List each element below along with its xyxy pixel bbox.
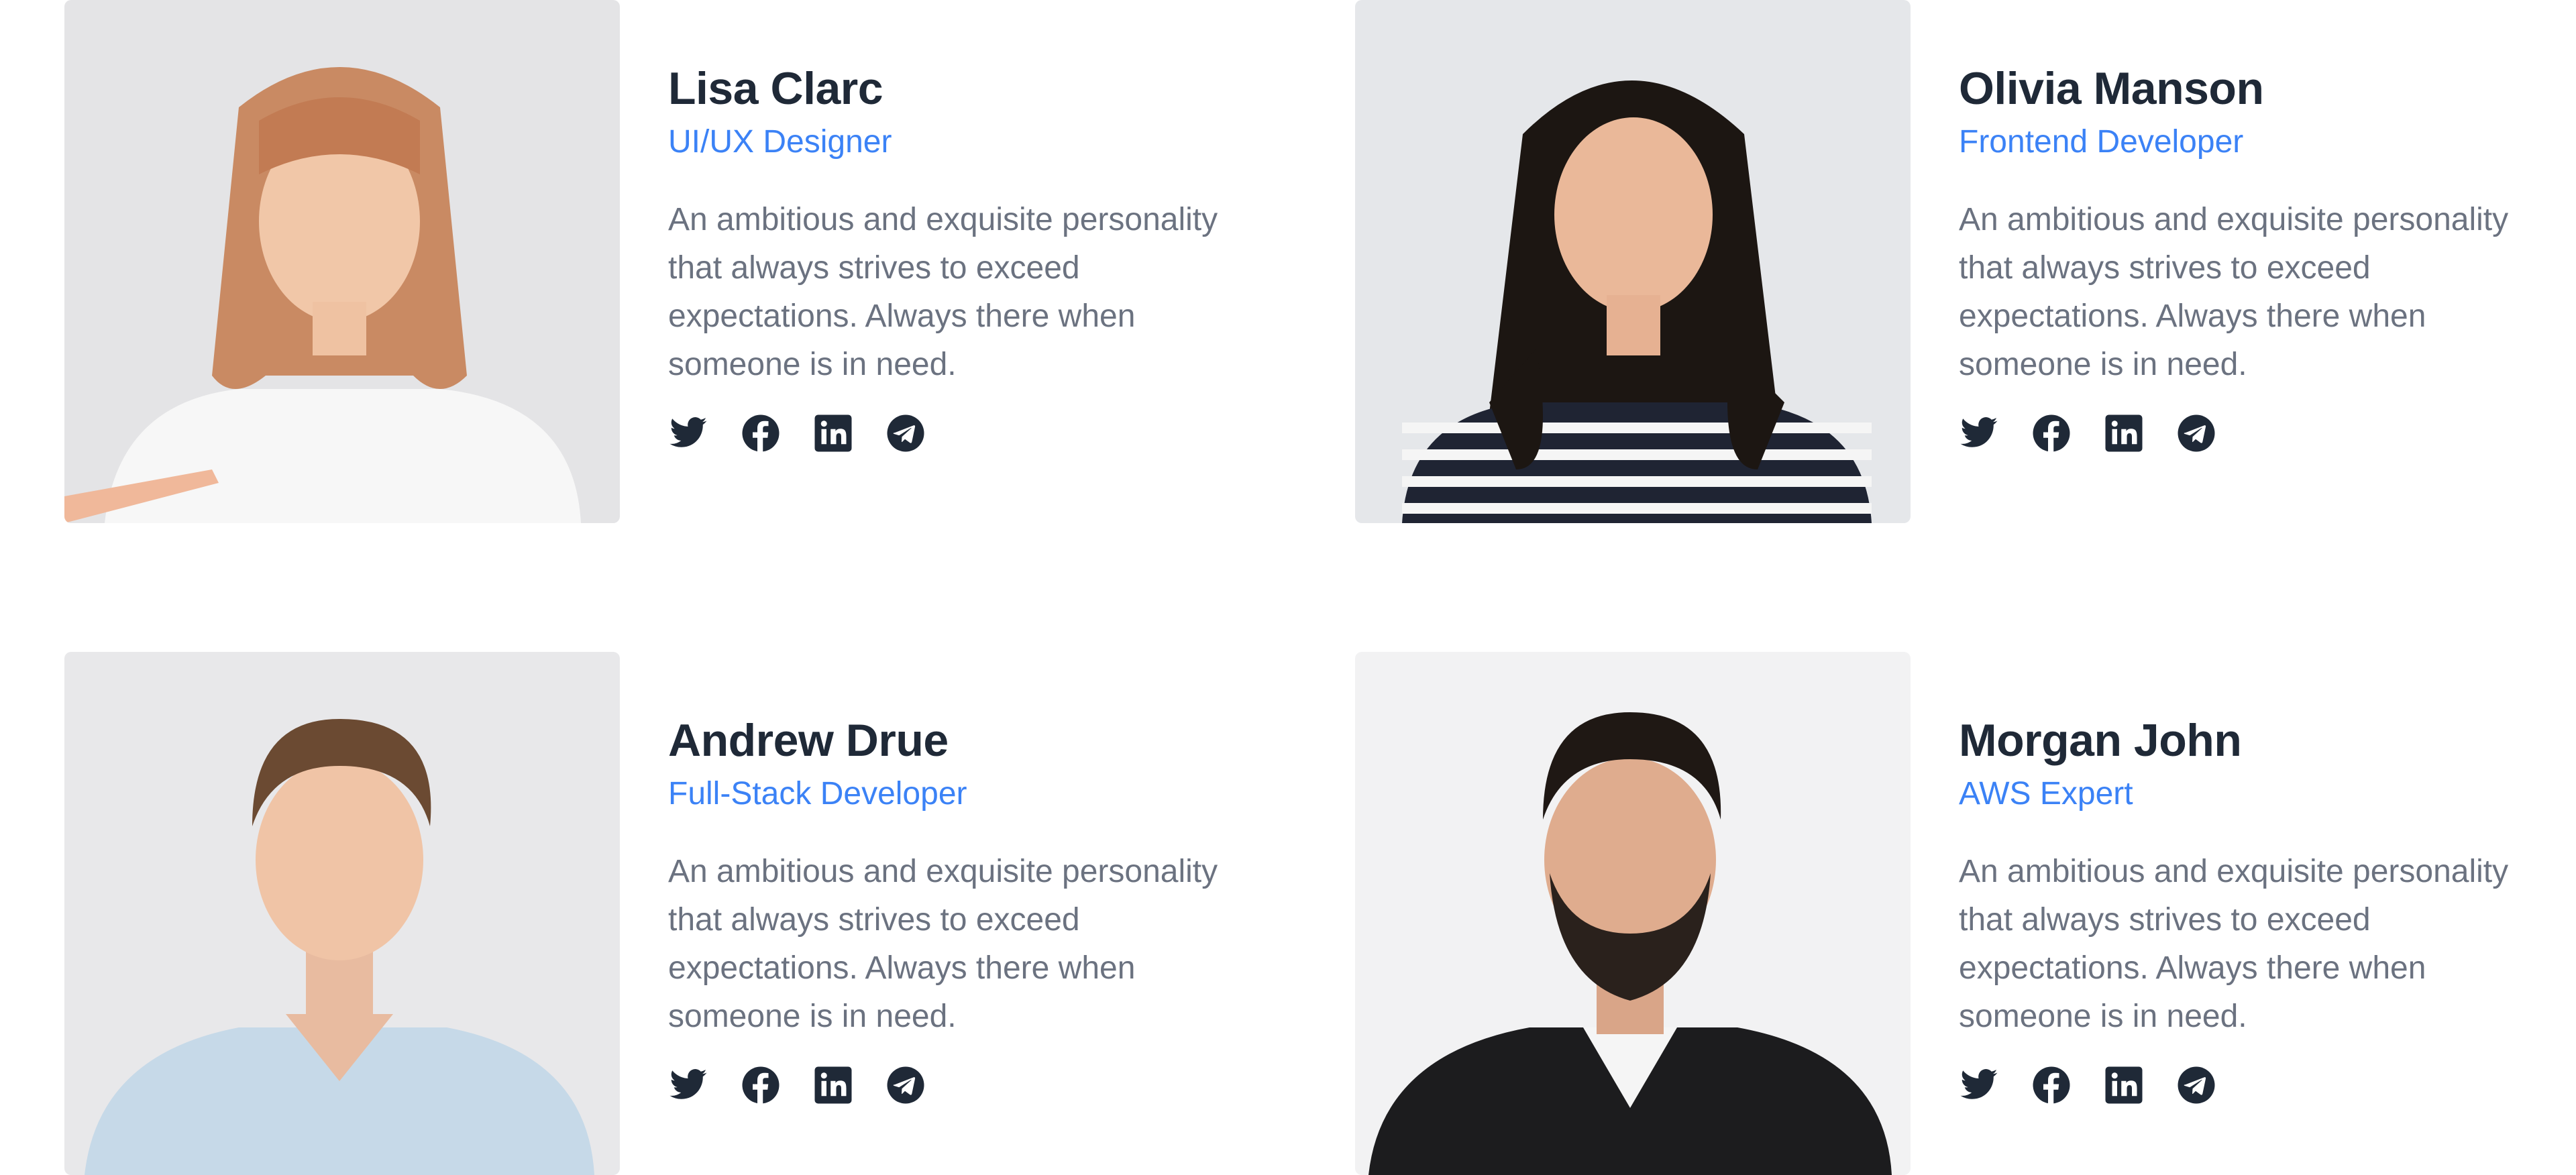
- facebook-icon[interactable]: [741, 1065, 781, 1105]
- portrait-man-short-hair: [64, 652, 620, 1175]
- member-info: Morgan John AWS Expert An ambitious and …: [1959, 711, 2576, 1105]
- team-card: Olivia Manson Frontend Developer An ambi…: [1355, 0, 2576, 523]
- twitter-icon[interactable]: [1959, 1065, 1999, 1105]
- member-bio: An ambitious and exquisite personality t…: [1959, 854, 2509, 1034]
- social-links: [668, 413, 1312, 453]
- twitter-icon[interactable]: [1959, 413, 1999, 453]
- portrait-woman-blonde: [64, 0, 620, 523]
- member-name: Morgan John: [1959, 715, 2242, 766]
- telegram-icon[interactable]: [885, 1065, 926, 1105]
- social-links: [1959, 413, 2576, 453]
- member-name: Andrew Drue: [668, 715, 949, 766]
- member-info: Lisa Clarc UI/UX Designer An ambitious a…: [668, 59, 1312, 453]
- linkedin-icon[interactable]: [2104, 1065, 2144, 1105]
- facebook-icon[interactable]: [2031, 413, 2072, 453]
- member-bio: An ambitious and exquisite personality t…: [1959, 202, 2509, 382]
- team-card: Morgan John AWS Expert An ambitious and …: [1355, 652, 2576, 1175]
- twitter-icon[interactable]: [668, 413, 708, 453]
- member-bio: An ambitious and exquisite personality t…: [668, 854, 1218, 1034]
- telegram-icon[interactable]: [2176, 413, 2216, 453]
- member-role: UI/UX Designer: [668, 124, 892, 160]
- facebook-icon[interactable]: [741, 413, 781, 453]
- member-role: Frontend Developer: [1959, 124, 2244, 160]
- member-role: AWS Expert: [1959, 776, 2133, 812]
- team-card: Lisa Clarc UI/UX Designer An ambitious a…: [64, 0, 1326, 523]
- facebook-icon[interactable]: [2031, 1065, 2072, 1105]
- telegram-icon[interactable]: [885, 413, 926, 453]
- twitter-icon[interactable]: [668, 1065, 708, 1105]
- member-info: Olivia Manson Frontend Developer An ambi…: [1959, 59, 2576, 453]
- social-links: [1959, 1065, 2576, 1105]
- team-card: Andrew Drue Full-Stack Developer An ambi…: [64, 652, 1326, 1175]
- team-grid: Lisa Clarc UI/UX Designer An ambitious a…: [0, 0, 2576, 1175]
- member-name: Lisa Clarc: [668, 63, 883, 114]
- profile-photo: [64, 652, 620, 1175]
- profile-photo: [1355, 652, 1911, 1175]
- social-links: [668, 1065, 1312, 1105]
- telegram-icon[interactable]: [2176, 1065, 2216, 1105]
- member-info: Andrew Drue Full-Stack Developer An ambi…: [668, 711, 1312, 1105]
- linkedin-icon[interactable]: [813, 413, 853, 453]
- member-name: Olivia Manson: [1959, 63, 2264, 114]
- portrait-man-beard: [1355, 652, 1911, 1175]
- member-bio: An ambitious and exquisite personality t…: [668, 202, 1218, 382]
- profile-photo: [1355, 0, 1911, 523]
- linkedin-icon[interactable]: [813, 1065, 853, 1105]
- member-role: Full-Stack Developer: [668, 776, 967, 812]
- portrait-woman-dark-hair: [1355, 0, 1911, 523]
- linkedin-icon[interactable]: [2104, 413, 2144, 453]
- profile-photo: [64, 0, 620, 523]
